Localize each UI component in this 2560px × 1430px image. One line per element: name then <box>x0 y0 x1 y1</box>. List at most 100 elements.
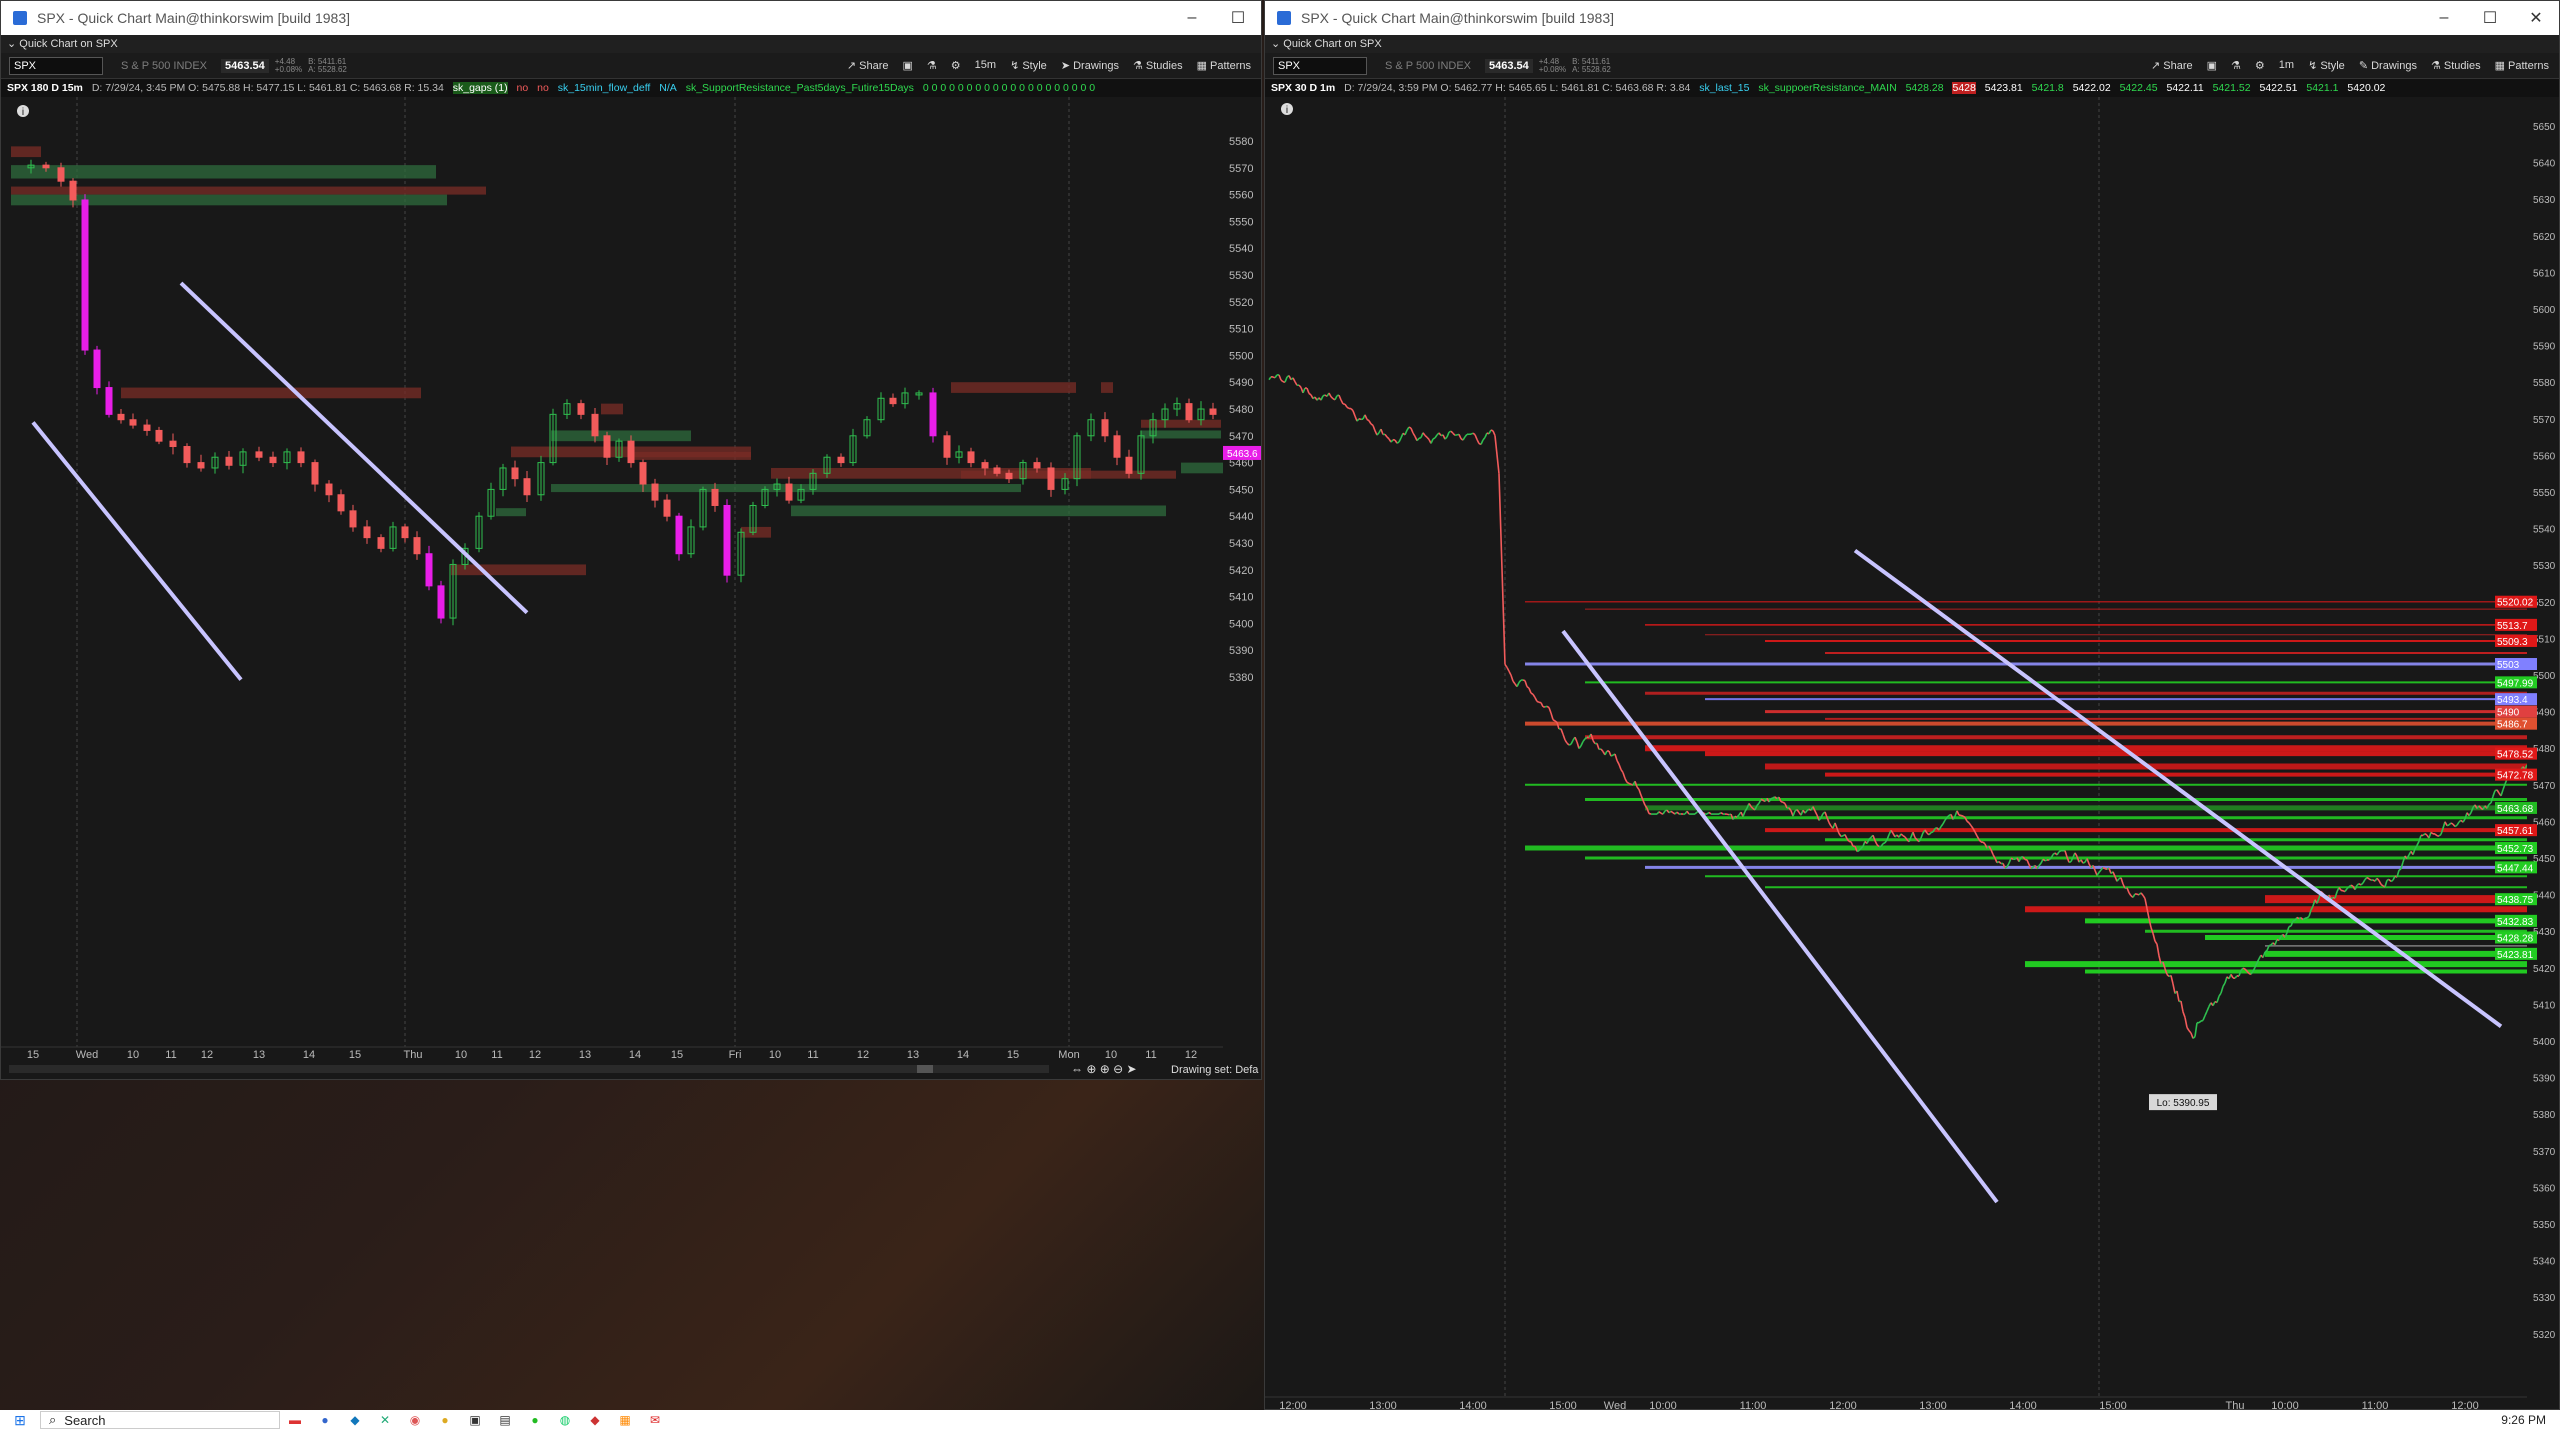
x-tick-label: Wed <box>1604 1400 1626 1410</box>
x-tick-label: 10 <box>769 1049 781 1061</box>
price-segment <box>1962 815 1966 819</box>
price-segment <box>2058 849 2062 853</box>
app-icon-8[interactable]: ▤ <box>490 1413 520 1427</box>
y-tick-label: 5580 <box>2533 378 2556 389</box>
patterns-label: Patterns <box>2508 60 2549 72</box>
app-icon-11[interactable]: ◆ <box>580 1413 610 1427</box>
studies-label: Studies <box>2443 60 2481 72</box>
study-support-resistance[interactable]: sk_SupportResistance_Past5days_Futire15D… <box>686 82 914 94</box>
price-segment <box>2366 876 2370 880</box>
app-icon-3[interactable]: ◆ <box>340 1413 370 1427</box>
studies-button[interactable]: ⚗ Studies <box>2431 59 2481 72</box>
drawings-button[interactable]: ➤ Drawings <box>1061 59 1119 72</box>
symbol-input[interactable]: SPX <box>1273 56 1367 75</box>
study-last15[interactable]: sk_last_15 <box>1699 82 1749 94</box>
share-button[interactable]: ↗ Share <box>2151 59 2193 72</box>
candle-body <box>837 456 845 464</box>
gear-icon[interactable]: ⚙ <box>2255 59 2265 72</box>
windows-start-icon[interactable]: ⊞ <box>0 1412 40 1429</box>
x-tick-label: 14:00 <box>2009 1400 2037 1410</box>
price-segment <box>1610 754 1614 757</box>
candle-body <box>377 537 385 549</box>
study-header: SPX 30 D 1m <box>1271 82 1336 94</box>
studies-button[interactable]: ⚗ Studies <box>1133 59 1183 72</box>
candle-body <box>943 435 951 458</box>
candle-body <box>723 504 731 576</box>
candle-body <box>1125 456 1133 474</box>
camera-icon[interactable]: ▣ <box>903 59 913 72</box>
style-button[interactable]: ↯ Style <box>2308 59 2345 72</box>
study-value-11: 5420.02 <box>2347 82 2386 94</box>
aggregation-button[interactable]: 15m <box>975 59 996 72</box>
share-button[interactable]: ↗ Share <box>847 59 889 72</box>
y-tick-label: 5390 <box>2533 1074 2556 1085</box>
price-segment <box>2454 824 2458 828</box>
left-subtitle-text: Quick Chart on SPX <box>19 38 118 50</box>
minimize-button[interactable]: – <box>1169 9 1215 27</box>
price-segment <box>1840 835 1844 838</box>
app-icon-10[interactable]: ◍ <box>550 1413 580 1427</box>
symbol-input[interactable]: SPX <box>9 56 103 75</box>
y-tick-label: 5640 <box>2533 159 2556 170</box>
left-price-chart[interactable]: i 5580 5570 5560 5550 5540 5530 5520 5510 5500 549… <box>1 97 1262 1080</box>
flask-icon[interactable]: ⚗ <box>2231 59 2241 72</box>
sr-zone <box>551 430 691 442</box>
app-icon-5[interactable]: ◉ <box>400 1413 430 1427</box>
drawing-set-label: Drawing set: Defa <box>1171 1064 1259 1076</box>
study-support-resistance[interactable]: sk_suppoerResistance_MAIN <box>1758 82 1896 94</box>
app-icon-6[interactable]: ● <box>430 1413 460 1427</box>
y-tick-label: 5470 <box>1229 431 1253 443</box>
price-segment <box>1396 441 1400 444</box>
y-tick-label: 5380 <box>1229 672 1253 684</box>
study-value-8: 5421.52 <box>2212 82 2251 94</box>
maximize-button[interactable]: ☐ <box>1215 8 1261 28</box>
app-icon-2[interactable]: ● <box>310 1413 340 1427</box>
app-icon-7[interactable]: ▣ <box>460 1413 490 1427</box>
style-label: Style <box>2320 60 2345 72</box>
camera-icon[interactable]: ▣ <box>2207 59 2217 72</box>
app-icon-13[interactable]: ✉ <box>640 1413 670 1427</box>
style-button[interactable]: ↯ Style <box>1010 59 1047 72</box>
x-tick-label: Thu <box>2226 1400 2245 1410</box>
maximize-button[interactable]: ☐ <box>2467 8 2513 28</box>
ohlc-readout: D: 7/29/24, 3:45 PM O: 5475.88 H: 5477.1… <box>91 82 444 94</box>
study-gaps[interactable]: sk_gaps (1) <box>452 82 508 94</box>
x-tick-label: 12 <box>1185 1049 1197 1061</box>
level-tag-text: 5472.78 <box>2497 771 2534 782</box>
candle-body <box>1033 462 1041 469</box>
x-tick-label: 14 <box>303 1049 315 1061</box>
candle-body <box>349 510 357 528</box>
flask-icon[interactable]: ⚗ <box>927 59 937 72</box>
app-icon-4[interactable]: ✕ <box>370 1413 400 1427</box>
app-icon-9[interactable]: ● <box>520 1413 550 1427</box>
price-segment <box>1418 436 1422 440</box>
price-segment <box>2004 866 2008 869</box>
minimize-button[interactable]: – <box>2421 9 2467 27</box>
study-flow[interactable]: sk_15min_flow_deff <box>558 82 651 94</box>
taskbar-search[interactable]: ⌕ Search <box>40 1411 280 1429</box>
y-tick-label: 5380 <box>2533 1110 2556 1121</box>
y-tick-label: 5560 <box>2533 451 2556 462</box>
right-price-chart[interactable]: Lo: 5390.95 i 5650 5640 5630 5620 5610 5600 5590… <box>1265 97 2560 1410</box>
app-icon-1[interactable]: ▬ <box>280 1413 310 1427</box>
y-tick-label: 5600 <box>2533 305 2556 316</box>
y-tick-label: 5330 <box>2533 1293 2556 1304</box>
level-tag-text: 5447.44 <box>2497 863 2534 874</box>
gear-icon[interactable]: ⚙ <box>951 59 961 72</box>
close-button[interactable]: ✕ <box>2513 8 2559 28</box>
thinkorswim-taskbar-icon[interactable]: ▦ <box>610 1413 640 1427</box>
aggregation-button[interactable]: 1m <box>2279 59 2294 72</box>
study-value-4: 5421.8 <box>2031 82 2064 94</box>
sr-zone <box>11 165 436 179</box>
y-tick-label: 5540 <box>2533 525 2556 536</box>
candle-body <box>129 419 137 426</box>
drawings-button[interactable]: ✎ Drawings <box>2359 59 2417 72</box>
patterns-button[interactable]: ▦ Patterns <box>1197 59 1251 72</box>
candle-body <box>981 462 989 469</box>
price-segment <box>2010 857 2014 860</box>
price-segment <box>1366 418 1370 422</box>
study-value-3: 5423.81 <box>1984 82 2023 94</box>
price-segment <box>2292 919 2296 922</box>
price-segment <box>1628 782 1632 785</box>
patterns-button[interactable]: ▦ Patterns <box>2495 59 2549 72</box>
